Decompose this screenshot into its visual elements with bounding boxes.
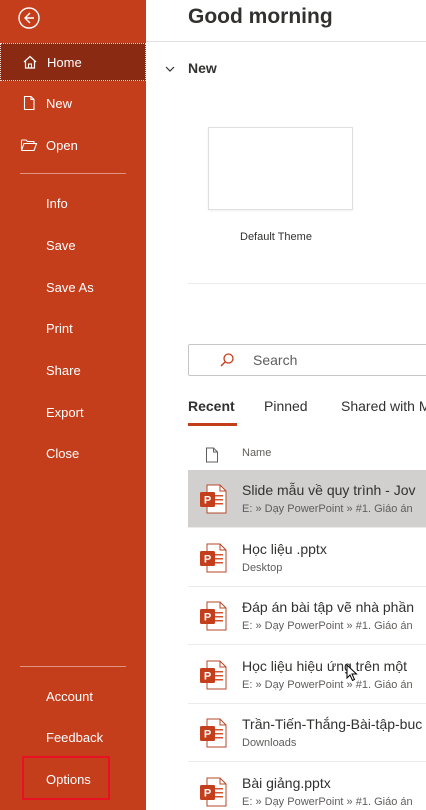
powerpoint-file-icon: P <box>199 777 227 807</box>
nav-save-as[interactable]: Save As <box>0 268 146 306</box>
nav-save[interactable]: Save <box>0 226 146 264</box>
sidebar-divider <box>20 173 126 174</box>
nav-export-label: Export <box>46 404 84 420</box>
section-divider <box>188 283 426 284</box>
svg-text:P: P <box>204 671 211 683</box>
nav-new-label: New <box>46 95 73 111</box>
chevron-down-icon <box>164 62 176 74</box>
file-name: Trần-Tiến-Thắng-Bài-tập-buc <box>242 716 423 732</box>
nav-home-label: Home <box>47 54 82 70</box>
new-section-label: New <box>188 60 217 76</box>
nav-save-label: Save <box>46 237 76 253</box>
file-row[interactable]: P Đáp án bài tập vẽ nhà phần E: » Dạy Powe… <box>188 587 426 645</box>
home-icon <box>21 53 39 71</box>
file-path: Downloads <box>242 737 297 749</box>
svg-text:P: P <box>204 729 211 741</box>
tab-shared-with-me[interactable]: Shared with M <box>341 398 426 414</box>
mouse-pointer-icon <box>346 663 358 682</box>
file-list-header: Name <box>188 442 271 468</box>
nav-close-label: Close <box>46 445 80 461</box>
file-name: Học liệu .pptx <box>242 541 327 557</box>
options-highlight-box <box>22 756 110 800</box>
powerpoint-file-icon: P <box>199 543 227 573</box>
nav-share[interactable]: Share <box>0 351 146 389</box>
file-path: E: » Dạy PowerPoint » #1. Giáo án <box>242 679 413 691</box>
svg-text:P: P <box>204 612 211 624</box>
nav-account-label: Account <box>46 688 93 704</box>
back-button[interactable] <box>17 6 41 30</box>
file-name: Học liệu hiệu ứng trên một <box>242 658 408 674</box>
file-path: Desktop <box>242 562 283 574</box>
powerpoint-file-icon: P <box>199 601 227 631</box>
back-arrow-circle-icon <box>18 7 40 29</box>
nav-info-label: Info <box>46 195 68 211</box>
file-row[interactable]: P Slide mẫu về quy trình - Jov E: » Dạy Po… <box>188 470 426 528</box>
file-path: E: » Dạy PowerPoint » #1. Giáo án <box>242 796 413 808</box>
default-theme-label: Default Theme <box>240 231 312 243</box>
search-input[interactable] <box>253 352 393 368</box>
file-row[interactable]: P Học liệu hiệu ứng trên một E: » Dạy Powe… <box>188 646 426 704</box>
nav-feedback[interactable]: Feedback <box>0 718 146 756</box>
nav-info[interactable]: Info <box>0 184 146 222</box>
search-icon <box>219 352 235 368</box>
file-row[interactable]: P Học liệu .pptx Desktop <box>188 529 426 587</box>
svg-text:P: P <box>204 554 211 566</box>
file-name: Đáp án bài tập vẽ nhà phần <box>242 599 415 615</box>
file-row[interactable]: P Trần-Tiến-Thắng-Bài-tập-buc Downloads <box>188 704 426 762</box>
file-type-icon <box>205 447 219 463</box>
sidebar-divider-bottom <box>20 666 126 667</box>
home-pane: Good morning New Default Theme Recent Pi… <box>146 0 426 810</box>
nav-close[interactable]: Close <box>0 434 146 472</box>
backstage-sidebar: Home New Open Info Save Save As Print Sh… <box>0 0 146 810</box>
svg-text:P: P <box>204 788 211 800</box>
tab-pinned[interactable]: Pinned <box>264 398 308 414</box>
nav-open-label: Open <box>46 137 78 153</box>
active-tab-indicator <box>188 423 237 426</box>
file-path: E: » Dạy PowerPoint » #1. Giáo án <box>242 620 413 632</box>
nav-home[interactable]: Home <box>0 43 146 81</box>
powerpoint-file-icon: P <box>199 484 227 514</box>
tab-recent[interactable]: Recent <box>188 398 235 414</box>
search-box[interactable] <box>188 344 426 376</box>
new-document-icon <box>20 94 38 112</box>
powerpoint-file-icon: P <box>199 718 227 748</box>
file-path: E: » Dạy PowerPoint » #1. Giáo án <box>242 503 413 515</box>
nav-save-as-label: Save As <box>46 279 94 295</box>
title-divider <box>146 41 426 42</box>
nav-feedback-label: Feedback <box>46 729 104 745</box>
nav-export[interactable]: Export <box>0 393 146 431</box>
page-title: Good morning <box>188 5 333 28</box>
folder-open-icon <box>20 136 38 154</box>
default-theme-thumbnail[interactable] <box>208 127 353 210</box>
new-section-toggle[interactable]: New <box>164 60 217 76</box>
nav-print-label: Print <box>46 320 73 336</box>
nav-share-label: Share <box>46 362 81 378</box>
column-name-header[interactable]: Name <box>242 447 271 459</box>
nav-account[interactable]: Account <box>0 677 146 715</box>
powerpoint-file-icon: P <box>199 660 227 690</box>
svg-text:P: P <box>204 495 211 507</box>
file-name: Slide mẫu về quy trình - Jov <box>242 482 416 498</box>
file-row[interactable]: P Bài giảng.pptx E: » Dạy PowerPoint » #1.… <box>188 763 426 810</box>
nav-open[interactable]: Open <box>0 126 146 164</box>
nav-print[interactable]: Print <box>0 309 146 347</box>
file-name: Bài giảng.pptx <box>242 775 331 791</box>
nav-new[interactable]: New <box>0 84 146 122</box>
